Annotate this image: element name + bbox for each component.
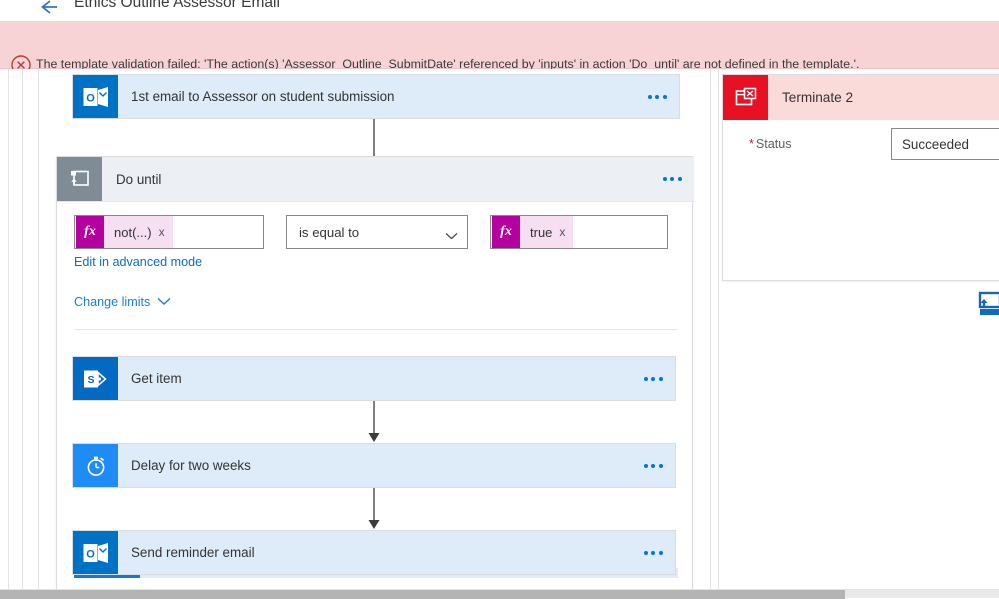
- menu-dot: [651, 463, 655, 468]
- do-until-condition-row: fx not(...) x is equal to fx true x: [74, 215, 678, 249]
- loop-scope-icon: [57, 157, 102, 201]
- svg-text:S: S: [87, 374, 94, 386]
- menu-dot: [670, 177, 674, 181]
- action-title: Delay for two weeks: [131, 458, 251, 473]
- canvas-guide-line: [22, 69, 23, 589]
- terminate-icon: [723, 75, 768, 120]
- action-title: Send reminder email: [131, 545, 255, 560]
- action-overflow-menu[interactable]: [635, 75, 679, 118]
- menu-dot: [677, 177, 682, 181]
- operator-value: is equal to: [299, 224, 360, 240]
- menu-dot: [651, 376, 655, 381]
- menu-dot: [643, 376, 648, 381]
- condition-right-token[interactable]: true x: [520, 216, 574, 248]
- menu-dot: [643, 550, 648, 555]
- menu-dot: [662, 177, 667, 181]
- connector-arrow: [367, 401, 381, 443]
- loop-scope-icon-partial[interactable]: [978, 291, 999, 319]
- close-icon[interactable]: x: [159, 225, 165, 239]
- svg-text:O: O: [86, 548, 95, 560]
- menu-dot: [658, 550, 663, 555]
- action-title: 1st email to Assessor on student submiss…: [131, 89, 395, 104]
- action-card-send-reminder-email[interactable]: O Send reminder email: [72, 530, 676, 575]
- outlook-icon: O: [73, 531, 118, 574]
- terminate-card-header[interactable]: Terminate 2: [723, 75, 999, 120]
- scope-header[interactable]: Do until: [57, 157, 694, 202]
- page-title: Ethics Outline Assessor Email: [74, 0, 280, 11]
- validation-error-bar: The template validation failed: 'The act…: [0, 21, 999, 75]
- condition-left-token[interactable]: not(...) x: [104, 216, 173, 248]
- window-header: Ethics Outline Assessor Email: [0, 0, 999, 21]
- horizontal-scrollbar-track[interactable]: [0, 589, 999, 599]
- canvas-guide-line: [8, 69, 9, 589]
- status-input[interactable]: [891, 128, 999, 160]
- outlook-icon: O: [73, 75, 118, 118]
- menu-dot: [658, 463, 663, 468]
- condition-left-field[interactable]: fx not(...) x: [74, 215, 264, 249]
- svg-text:O: O: [86, 92, 95, 104]
- action-card-first-email[interactable]: O 1st email to Assessor on student submi…: [72, 74, 680, 119]
- action-overflow-menu[interactable]: [631, 444, 675, 487]
- action-title: Get item: [131, 371, 182, 386]
- token-label: not(...): [114, 224, 152, 240]
- menu-dot: [651, 550, 655, 555]
- change-limits-label: Change limits: [74, 295, 151, 309]
- connector-arrow: [367, 488, 381, 530]
- canvas-guide-line: [38, 69, 39, 589]
- divider: [74, 329, 678, 330]
- condition-right-field[interactable]: fx true x: [490, 215, 668, 249]
- action-card-terminate-2[interactable]: Terminate 2 * Status: [722, 74, 999, 281]
- edit-advanced-mode-link[interactable]: Edit in advanced mode: [74, 255, 202, 269]
- canvas-guide-line: [718, 69, 719, 589]
- terminate-card-body: * Status: [723, 120, 999, 280]
- menu-dot: [655, 94, 659, 99]
- change-limits-toggle[interactable]: Change limits: [74, 295, 171, 309]
- chevron-down-icon: [445, 228, 458, 240]
- sharepoint-icon: S: [73, 357, 118, 400]
- action-card-delay[interactable]: Delay for two weeks: [72, 443, 676, 488]
- back-arrow-icon[interactable]: [38, 0, 60, 18]
- action-card-get-item[interactable]: S Get item: [72, 356, 676, 401]
- menu-dot: [662, 94, 667, 99]
- terminate-card-title: Terminate 2: [782, 90, 854, 105]
- menu-dot: [643, 463, 648, 468]
- scope-overflow-menu[interactable]: [650, 157, 694, 201]
- menu-dot: [658, 376, 663, 381]
- required-asterisk: *: [749, 137, 754, 151]
- canvas-guide-line: [710, 69, 711, 589]
- chevron-down-icon: [157, 295, 171, 309]
- condition-operator-select[interactable]: is equal to: [286, 215, 468, 249]
- action-overflow-menu[interactable]: [631, 531, 675, 574]
- menu-dot: [647, 94, 652, 99]
- status-field-label: * Status: [749, 137, 792, 151]
- stopwatch-icon: [73, 444, 118, 487]
- action-overflow-menu[interactable]: [631, 357, 675, 400]
- fx-icon: fx: [76, 216, 104, 248]
- scope-title: Do until: [116, 171, 162, 187]
- fx-icon: fx: [492, 216, 520, 248]
- close-icon[interactable]: x: [559, 225, 565, 239]
- flow-designer-canvas: O 1st email to Assessor on student submi…: [0, 69, 999, 593]
- status-label-text: Status: [755, 137, 792, 151]
- token-label: true: [530, 224, 553, 240]
